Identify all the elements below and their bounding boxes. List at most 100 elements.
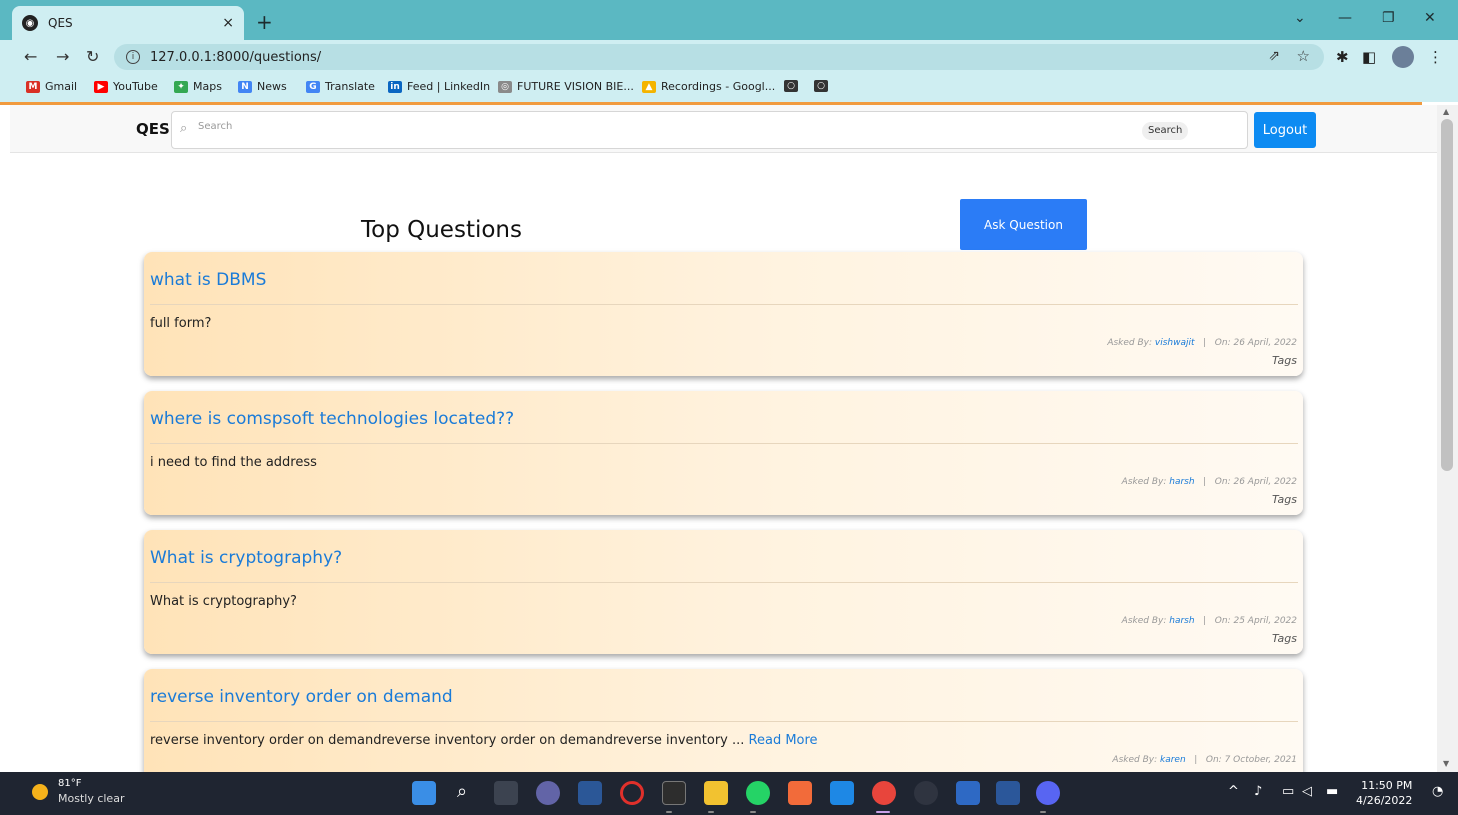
browser-tab[interactable]: ◉ QES × bbox=[12, 6, 244, 40]
close-window-button[interactable]: ✕ bbox=[1424, 10, 1436, 26]
asked-by-label: Asked By: bbox=[1121, 616, 1167, 626]
logout-button[interactable]: Logout bbox=[1254, 112, 1316, 148]
bookmark-future-vision-bie[interactable]: ◎ FUTURE VISION BIE... bbox=[498, 80, 634, 93]
extensions-icon[interactable]: ✱ bbox=[1336, 48, 1349, 66]
bookmark-maps[interactable]: ✦ Maps bbox=[174, 80, 222, 93]
maximize-button[interactable]: ❐ bbox=[1382, 10, 1395, 26]
windows-taskbar: 81°F Mostly clear ⌕ ^ ♪ ▭ ◁ ▬ 11:50 PM 4… bbox=[0, 772, 1458, 815]
task-view-icon[interactable] bbox=[494, 781, 518, 805]
back-arrow-icon[interactable]: ← bbox=[24, 47, 37, 66]
active-indicator bbox=[876, 811, 890, 813]
scrollbar-thumb[interactable] bbox=[1441, 119, 1453, 471]
meta-separator: | bbox=[1203, 338, 1207, 348]
bookmark-news[interactable]: N News bbox=[238, 80, 287, 93]
brand-logo[interactable]: QES bbox=[136, 120, 170, 138]
windows-start-icon[interactable] bbox=[412, 781, 436, 805]
widgets-icon[interactable] bbox=[578, 781, 602, 805]
bookmark-github[interactable]: ○ bbox=[814, 80, 833, 92]
future-vision-icon: ◎ bbox=[498, 80, 512, 93]
forward-arrow-icon[interactable]: → bbox=[56, 47, 69, 66]
notification-icon[interactable]: ◔ bbox=[1432, 784, 1443, 799]
search-button[interactable]: Search bbox=[1142, 122, 1189, 140]
battery-icon[interactable]: ▬ bbox=[1326, 784, 1338, 799]
opera-icon[interactable] bbox=[620, 781, 644, 805]
author-link[interactable]: karen bbox=[1160, 755, 1186, 765]
discord-icon[interactable] bbox=[1036, 781, 1060, 805]
microphone-icon[interactable]: ♪ bbox=[1254, 784, 1262, 799]
site-info-icon[interactable]: i bbox=[126, 50, 140, 64]
github-icon: ○ bbox=[814, 80, 828, 92]
question-title-link[interactable]: What is cryptography? bbox=[150, 548, 342, 568]
question-meta: Asked By: harsh | On: 25 April, 2022 bbox=[1122, 616, 1297, 626]
file-explorer-icon[interactable] bbox=[704, 781, 728, 805]
divider bbox=[150, 582, 1298, 583]
drive-icon: ▲ bbox=[642, 80, 656, 93]
bookmark-label: Recordings - Googl... bbox=[661, 80, 776, 93]
question-title-link[interactable]: reverse inventory order on demand bbox=[150, 687, 453, 707]
on-label: On: bbox=[1214, 616, 1231, 626]
on-label: On: bbox=[1205, 755, 1222, 765]
profile-avatar[interactable] bbox=[1392, 46, 1414, 68]
ask-question-button[interactable]: Ask Question bbox=[960, 199, 1087, 250]
linkedin-icon: in bbox=[388, 80, 402, 93]
system-clock[interactable]: 11:50 PM 4/26/2022 bbox=[1356, 778, 1412, 808]
running-indicator bbox=[666, 811, 672, 813]
reload-icon[interactable]: ↻ bbox=[86, 47, 99, 66]
question-title-link[interactable]: what is DBMS bbox=[150, 270, 266, 290]
search-input[interactable] bbox=[198, 121, 898, 132]
bookmark-gmail[interactable]: M Gmail bbox=[26, 80, 77, 93]
xampp-icon[interactable] bbox=[788, 781, 812, 805]
share-icon[interactable]: ⇗ bbox=[1268, 48, 1280, 64]
scroll-down-icon[interactable]: ▼ bbox=[1443, 759, 1449, 768]
author-link[interactable]: vishwajit bbox=[1155, 338, 1195, 348]
vscode-icon[interactable] bbox=[830, 781, 854, 805]
terminal-icon[interactable] bbox=[662, 781, 686, 805]
bookmark-feed-linkedin[interactable]: in Feed | LinkedIn bbox=[388, 80, 490, 93]
taskbar-search-icon[interactable]: ⌕ bbox=[450, 781, 474, 805]
bookmark-label: News bbox=[257, 80, 287, 93]
asked-by-label: Asked By: bbox=[1121, 477, 1167, 487]
volume-icon[interactable]: ◁ bbox=[1302, 784, 1312, 799]
new-tab-button[interactable]: + bbox=[256, 10, 273, 34]
question-date: 7 October, 2021 bbox=[1224, 755, 1297, 765]
menu-kebab-icon[interactable]: ⋮ bbox=[1428, 48, 1443, 66]
chrome-icon[interactable] bbox=[872, 781, 896, 805]
asked-by-label: Asked By: bbox=[1112, 755, 1158, 765]
question-card: reverse inventory order on demand reverse… bbox=[144, 669, 1303, 772]
clock-time: 11:50 PM bbox=[1361, 779, 1413, 792]
tab-search-icon[interactable]: ⌄ bbox=[1294, 10, 1306, 26]
page-scrollbar[interactable]: ▲ ▼ bbox=[1437, 105, 1458, 772]
divider bbox=[150, 443, 1298, 444]
running-indicator bbox=[708, 811, 714, 813]
bookmark-label: Translate bbox=[325, 80, 375, 93]
running-indicator bbox=[750, 811, 756, 813]
read-more-link[interactable]: Read More bbox=[749, 733, 818, 748]
bookmark-translate[interactable]: G Translate bbox=[306, 80, 375, 93]
scroll-up-icon[interactable]: ▲ bbox=[1443, 107, 1449, 116]
address-bar[interactable]: i 127.0.0.1:8000/questions/ ⇗ ☆ bbox=[114, 44, 1324, 70]
question-card: where is comspsoft technologies located?… bbox=[144, 391, 1303, 515]
question-body: i need to find the address bbox=[150, 455, 317, 470]
bookmark-youtube[interactable]: ▶ YouTube bbox=[94, 80, 158, 93]
app-icon[interactable] bbox=[914, 781, 938, 805]
side-panel-icon[interactable]: ◧ bbox=[1362, 48, 1376, 66]
tags-label: Tags bbox=[1271, 632, 1297, 645]
author-link[interactable]: harsh bbox=[1169, 477, 1194, 487]
bookmark-star-icon[interactable]: ☆ bbox=[1297, 47, 1310, 65]
word-icon[interactable] bbox=[996, 781, 1020, 805]
translate-icon: G bbox=[306, 80, 320, 93]
author-link[interactable]: harsh bbox=[1169, 616, 1194, 626]
powershell-icon[interactable] bbox=[956, 781, 980, 805]
chat-icon[interactable] bbox=[536, 781, 560, 805]
whatsapp-icon[interactable] bbox=[746, 781, 770, 805]
close-tab-icon[interactable]: × bbox=[222, 15, 234, 31]
tab-title: QES bbox=[48, 16, 73, 30]
question-date: 26 April, 2022 bbox=[1233, 477, 1297, 487]
tray-chevron-icon[interactable]: ^ bbox=[1228, 784, 1239, 799]
question-title-link[interactable]: where is comspsoft technologies located?… bbox=[150, 409, 514, 429]
asked-by-label: Asked By: bbox=[1107, 338, 1153, 348]
network-icon[interactable]: ▭ bbox=[1282, 784, 1294, 799]
minimize-button[interactable]: — bbox=[1338, 10, 1352, 26]
bookmark-recordings-googl[interactable]: ▲ Recordings - Googl... bbox=[642, 80, 775, 93]
bookmark-github[interactable]: ○ bbox=[784, 80, 803, 92]
